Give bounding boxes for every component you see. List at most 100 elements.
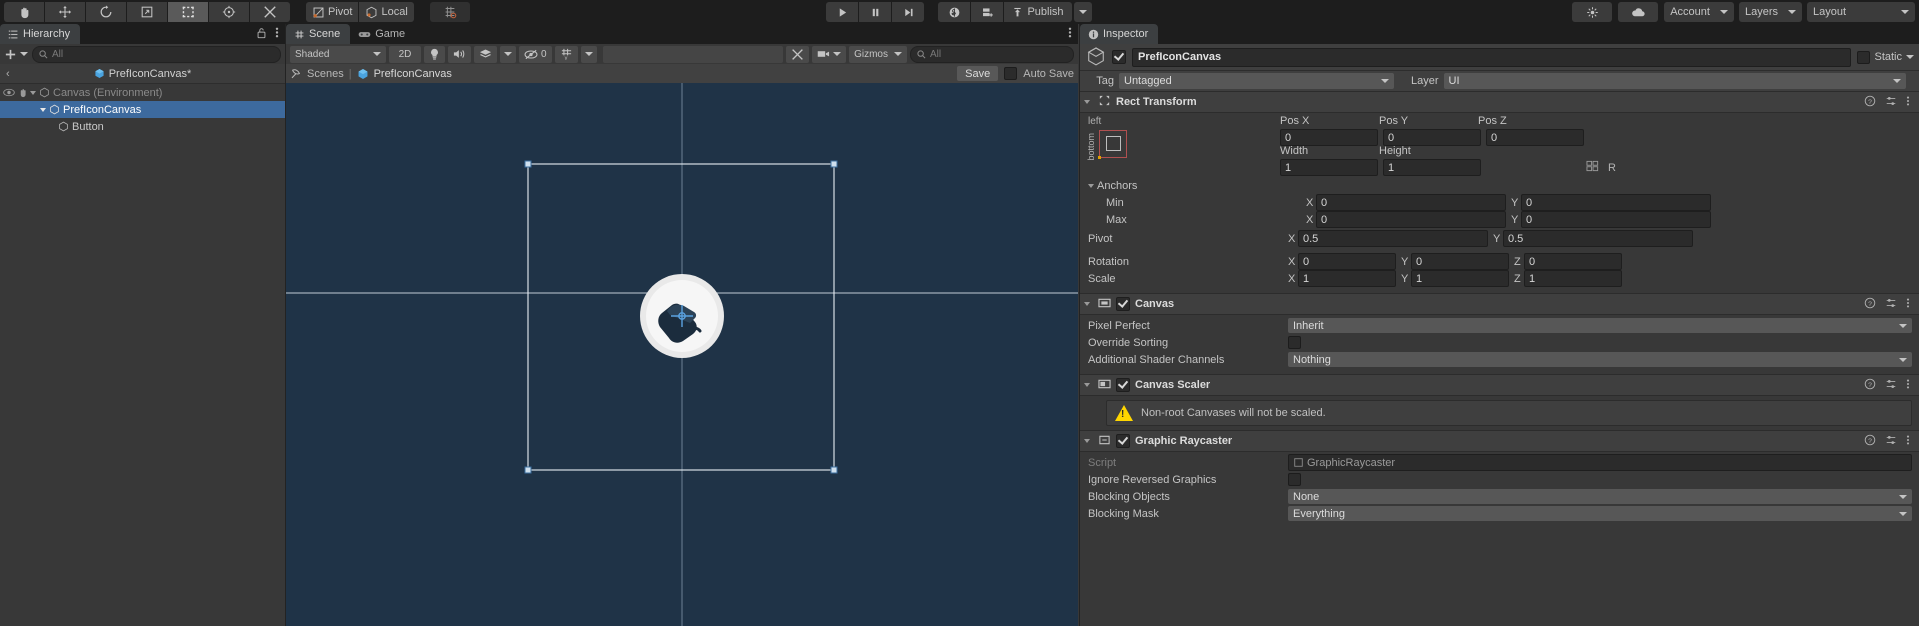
help-icon[interactable]: ? — [1864, 95, 1876, 110]
custom-tool-button[interactable] — [250, 2, 290, 22]
anchor-preset-button[interactable] — [1098, 130, 1127, 159]
transform-tool-button[interactable] — [209, 2, 249, 22]
component-header-canvas[interactable]: Canvas ? — [1080, 293, 1919, 315]
scene-fx-dropdown[interactable] — [500, 45, 516, 63]
publish-dropdown-button[interactable] — [1073, 2, 1092, 22]
collapse-arrow-icon[interactable] — [1084, 383, 1090, 387]
canvas-scaler-enabled-checkbox[interactable] — [1116, 378, 1130, 392]
scale-y-input[interactable]: 1 — [1411, 270, 1509, 287]
scene-grid-dropdown[interactable] — [580, 45, 597, 63]
scale-z-input[interactable]: 1 — [1524, 270, 1622, 287]
preset-icon[interactable] — [1885, 434, 1897, 449]
component-header-canvas-scaler[interactable]: Canvas Scaler ? — [1080, 374, 1919, 396]
expand-arrow-icon[interactable] — [30, 90, 36, 95]
layout-dropdown[interactable]: Layout — [1807, 2, 1915, 22]
height-input[interactable]: 1 — [1383, 159, 1481, 176]
rotation-y-input[interactable]: 0 — [1411, 253, 1509, 270]
handle-rotation-button[interactable]: Local — [359, 2, 414, 22]
add-object-button[interactable] — [4, 48, 28, 61]
blocking-mask-dropdown[interactable]: Everything — [1288, 506, 1912, 521]
hierarchy-row-canvas-environment[interactable]: Canvas (Environment) — [0, 84, 285, 101]
layers-dropdown[interactable]: Layers — [1738, 2, 1802, 22]
kebab-menu-icon[interactable] — [1906, 297, 1910, 312]
pixel-perfect-dropdown[interactable]: Inherit — [1288, 318, 1912, 333]
gizmos-button[interactable]: Gizmos — [849, 45, 907, 63]
expand-arrow-icon[interactable] — [40, 107, 46, 112]
services-icon[interactable] — [938, 2, 971, 22]
blueprint-mode-button[interactable] — [1586, 160, 1599, 175]
component-header-rect-transform[interactable]: Rect Transform ? — [1080, 91, 1919, 113]
gameobject-name-input[interactable]: PrefIconCanvas — [1132, 47, 1852, 67]
canvas-enabled-checkbox[interactable] — [1116, 297, 1130, 311]
pivot-y-input[interactable]: 0.5 — [1503, 230, 1693, 247]
scene-viewport[interactable] — [286, 83, 1078, 626]
pivot-mode-button[interactable]: Pivot — [306, 2, 359, 22]
scale-x-input[interactable]: 1 — [1298, 270, 1396, 287]
override-sorting-checkbox[interactable] — [1288, 336, 1301, 349]
help-icon[interactable]: ? — [1864, 297, 1876, 312]
blocking-objects-dropdown[interactable]: None — [1288, 489, 1912, 504]
visibility-eye-icon[interactable] — [2, 88, 16, 97]
scene-lighting-button[interactable] — [424, 45, 445, 63]
layer-dropdown[interactable]: UI — [1443, 73, 1906, 89]
anchors-foldout[interactable]: Anchors — [1080, 177, 1919, 194]
search-icon[interactable] — [1572, 2, 1613, 22]
tag-dropdown[interactable]: Untagged — [1119, 73, 1394, 89]
hierarchy-search-input[interactable]: All — [32, 45, 281, 63]
gizmos-search-input[interactable]: All — [910, 45, 1074, 63]
ignore-reversed-graphics-checkbox[interactable] — [1288, 473, 1301, 486]
additional-shader-channels-dropdown[interactable]: Nothing — [1288, 352, 1912, 367]
move-tool-button[interactable] — [45, 2, 85, 22]
scale-tool-button[interactable] — [127, 2, 167, 22]
gameobject-enabled-checkbox[interactable] — [1112, 50, 1126, 64]
scene-fx-button[interactable] — [474, 45, 497, 63]
rect-tool-button[interactable] — [168, 2, 208, 22]
kebab-menu-icon[interactable] — [1906, 378, 1910, 393]
preset-icon[interactable] — [1885, 378, 1897, 393]
scene-audio-button[interactable] — [448, 45, 471, 63]
component-header-graphic-raycaster[interactable]: Graphic Raycaster ? — [1080, 430, 1919, 452]
scene-tools-button[interactable] — [786, 45, 810, 63]
scene-visibility-button[interactable]: 0 — [519, 45, 552, 63]
prefab-back-button[interactable]: ‹ — [6, 68, 10, 80]
collapse-arrow-icon[interactable] — [1084, 302, 1090, 306]
collapse-arrow-icon[interactable] — [1084, 100, 1090, 104]
anchors-collapse-icon[interactable] — [1088, 183, 1094, 188]
scene-camera-button[interactable] — [812, 45, 847, 63]
collapse-arrow-icon[interactable] — [1084, 439, 1090, 443]
toggle-2d-button[interactable]: 2D — [389, 45, 421, 63]
anchors-max-x-input[interactable]: 0 — [1316, 211, 1506, 228]
kebab-menu-icon[interactable] — [1068, 26, 1072, 42]
hierarchy-row-preficoncanvas[interactable]: PrefIconCanvas — [0, 101, 285, 118]
static-toggle[interactable]: Static — [1857, 50, 1914, 64]
help-icon[interactable]: ? — [1864, 434, 1876, 449]
rotation-x-input[interactable]: 0 — [1298, 253, 1396, 270]
play-button[interactable] — [826, 2, 859, 22]
step-button[interactable] — [892, 2, 925, 22]
rotation-z-input[interactable]: 0 — [1524, 253, 1622, 270]
tab-inspector[interactable]: Inspector — [1080, 24, 1159, 44]
pos-z-input[interactable]: 0 — [1486, 129, 1584, 146]
width-input[interactable]: 1 — [1280, 159, 1378, 176]
grid-snap-icon[interactable] — [429, 2, 470, 22]
preset-icon[interactable] — [1885, 297, 1897, 312]
graphic-raycaster-enabled-checkbox[interactable] — [1116, 434, 1130, 448]
tab-hierarchy[interactable]: Hierarchy — [0, 24, 81, 44]
tab-game[interactable]: Game — [350, 24, 415, 44]
pause-button[interactable] — [859, 2, 892, 22]
anchors-min-y-input[interactable]: 0 — [1521, 194, 1711, 211]
scene-grid-button[interactable]: y — [554, 45, 578, 63]
raw-edit-button[interactable]: R — [1608, 162, 1616, 174]
cloud-build-icon[interactable] — [971, 2, 1004, 22]
anchors-max-y-input[interactable]: 0 — [1521, 211, 1711, 228]
static-checkbox[interactable] — [1857, 50, 1871, 64]
anchors-min-x-input[interactable]: 0 — [1316, 194, 1506, 211]
pos-x-input[interactable]: 0 — [1280, 129, 1378, 146]
preset-icon[interactable] — [1885, 95, 1897, 110]
kebab-menu-icon[interactable] — [1906, 95, 1910, 110]
pickability-hand-icon[interactable] — [16, 88, 30, 98]
script-object-field[interactable]: GraphicRaycaster — [1288, 454, 1912, 471]
scene-search-input[interactable] — [602, 45, 784, 63]
lock-icon[interactable] — [256, 27, 267, 42]
auto-save-checkbox[interactable] — [1004, 67, 1018, 80]
